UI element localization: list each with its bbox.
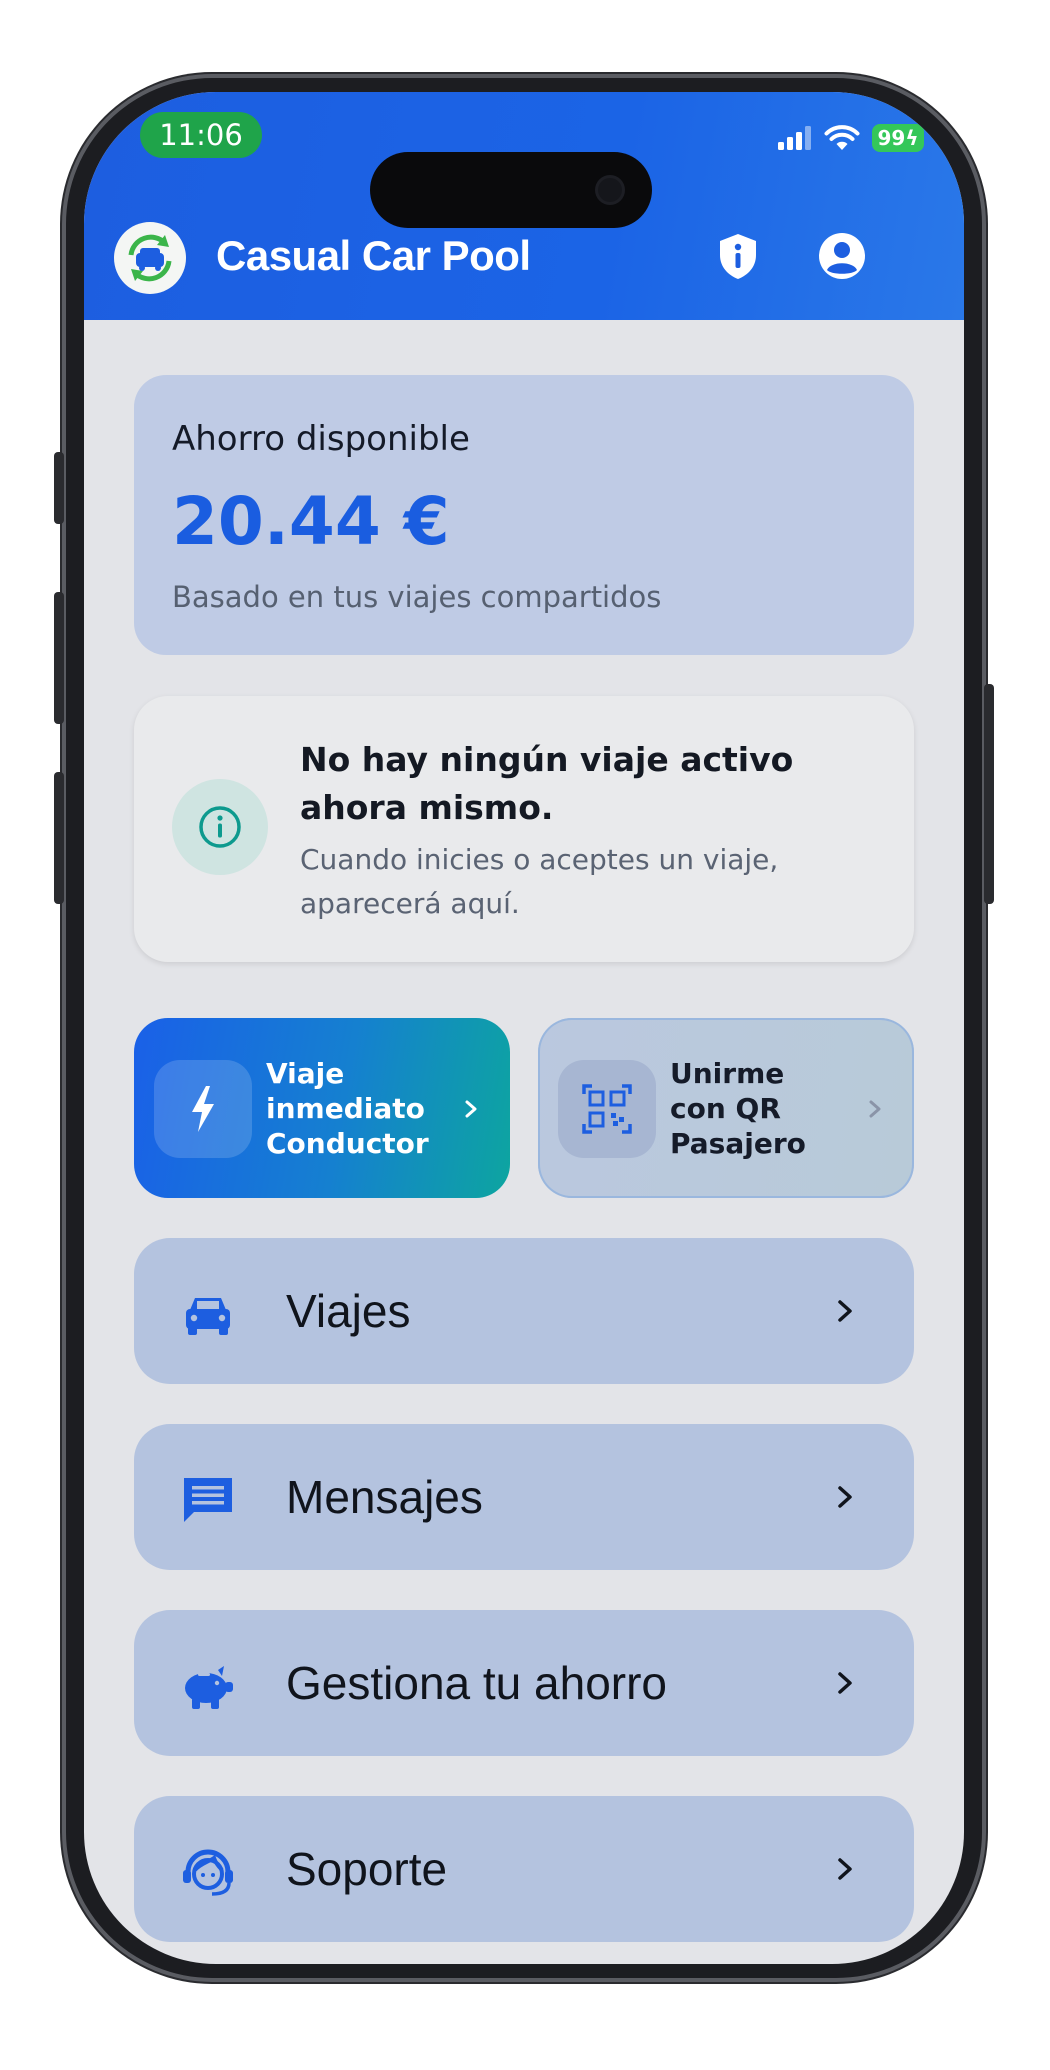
menu-label-mensajes: Mensajes bbox=[286, 1471, 483, 1523]
car-icon bbox=[186, 1298, 230, 1335]
volume-down-button bbox=[54, 772, 64, 904]
status-indicators: 99ϟ bbox=[778, 124, 924, 152]
wifi-icon bbox=[824, 125, 860, 150]
message-icon bbox=[184, 1478, 232, 1522]
chevron-right-icon bbox=[838, 1858, 852, 1880]
menu-item-viajes[interactable]: Viajes bbox=[134, 1238, 914, 1384]
car-pool-logo-icon bbox=[128, 234, 172, 282]
menu-label-ahorro: Gestiona tu ahorro bbox=[286, 1657, 668, 1709]
chevron-right-icon bbox=[838, 1672, 852, 1694]
volume-up-button bbox=[54, 592, 64, 724]
app-header: 11:06 99ϟ Casual Car Pool bbox=[84, 92, 964, 320]
charging-icon: ϟ bbox=[905, 126, 919, 150]
join-qr-label: Unirme con QR Pasajero bbox=[670, 1057, 806, 1160]
savings-label: Ahorro disponible bbox=[172, 419, 470, 459]
battery-indicator: 99ϟ bbox=[872, 124, 924, 152]
app-logo bbox=[114, 222, 186, 294]
status-time: 11:06 bbox=[140, 112, 262, 158]
menu-label-viajes: Viajes bbox=[286, 1285, 411, 1337]
lightning-icon bbox=[154, 1060, 252, 1158]
instant-trip-driver-button[interactable]: Viaje inmediato Conductor bbox=[134, 1018, 510, 1198]
support-agent-icon bbox=[183, 1849, 233, 1896]
info-title: No hay ningún viaje activo ahora mismo. bbox=[300, 740, 794, 827]
app-title: Casual Car Pool bbox=[216, 232, 531, 279]
no-active-trip-card: No hay ningún viaje activo ahora mismo. … bbox=[134, 696, 914, 962]
savings-card: Ahorro disponible 20.44 € Basado en tus … bbox=[134, 375, 914, 655]
savings-subtitle: Basado en tus viajes compartidos bbox=[172, 580, 662, 614]
dynamic-island bbox=[370, 152, 652, 228]
power-button bbox=[984, 684, 994, 904]
menu-item-soporte[interactable]: Soporte bbox=[134, 1796, 914, 1942]
chevron-right-icon bbox=[869, 1100, 881, 1118]
menu-item-ahorro[interactable]: Gestiona tu ahorro bbox=[134, 1610, 914, 1756]
chevron-right-icon bbox=[838, 1486, 852, 1508]
instant-trip-label: Viaje inmediato Conductor bbox=[266, 1057, 429, 1160]
piggy-bank-icon bbox=[185, 1666, 233, 1709]
chevron-right-icon bbox=[465, 1100, 477, 1118]
info-icon bbox=[172, 779, 268, 875]
savings-value: 20.44 € bbox=[172, 483, 450, 560]
join-qr-passenger-button[interactable]: Unirme con QR Pasajero bbox=[538, 1018, 914, 1198]
chevron-right-icon bbox=[838, 1300, 852, 1322]
menu-item-mensajes[interactable]: Mensajes bbox=[134, 1424, 914, 1570]
shield-info-icon[interactable] bbox=[712, 230, 764, 282]
menu-label-soporte: Soporte bbox=[286, 1843, 448, 1895]
qr-code-icon bbox=[558, 1060, 656, 1158]
silent-switch bbox=[54, 452, 64, 524]
user-profile-icon[interactable] bbox=[816, 230, 868, 282]
cellular-signal-icon bbox=[778, 126, 811, 150]
info-subtitle: Cuando inicies o aceptes un viaje, apare… bbox=[300, 843, 779, 920]
app-screen: 11:06 99ϟ Casual Car Pool Ahorro disponi… bbox=[84, 92, 964, 1964]
